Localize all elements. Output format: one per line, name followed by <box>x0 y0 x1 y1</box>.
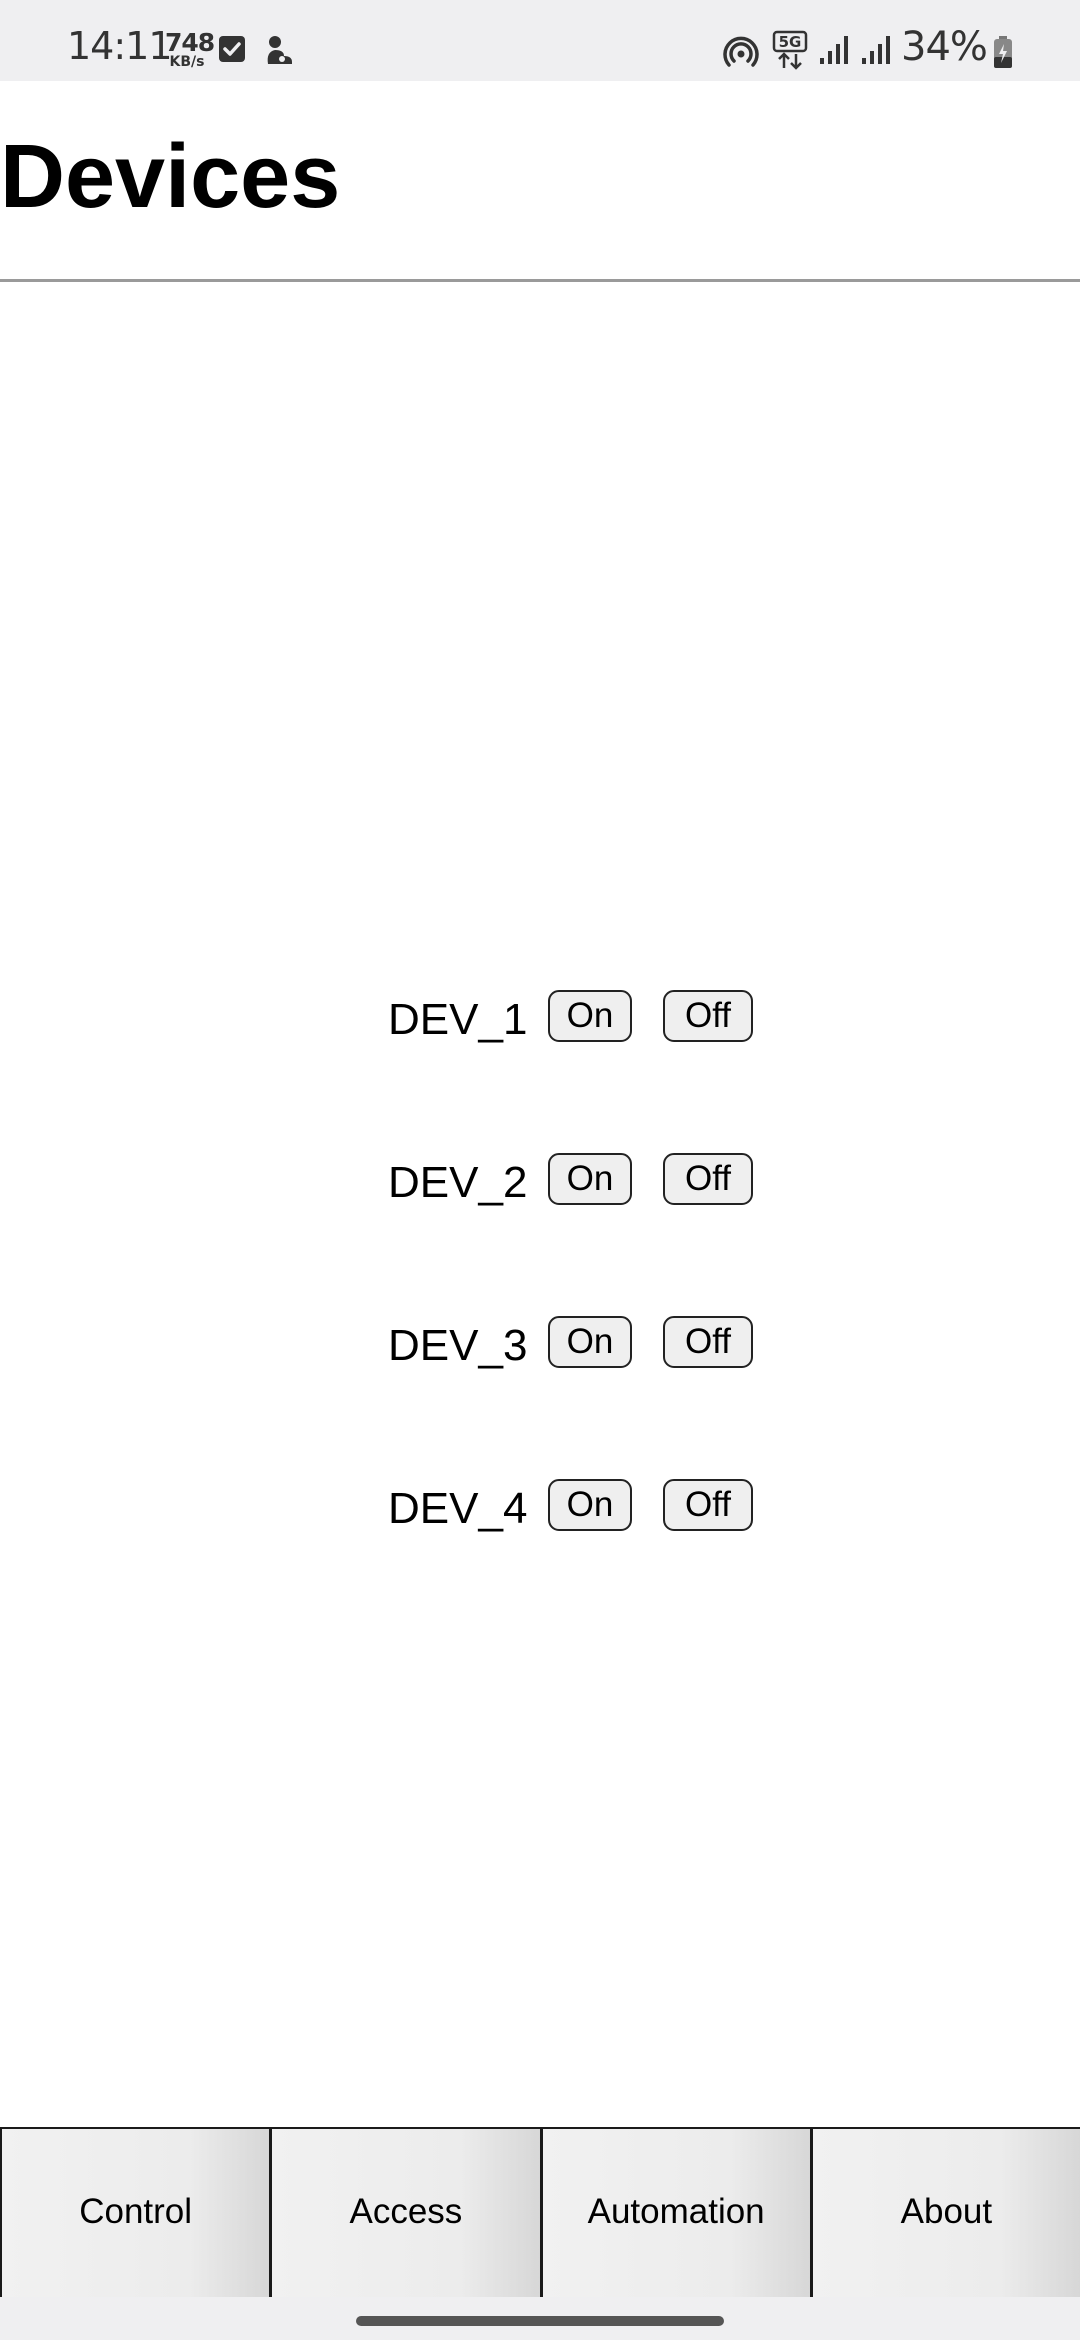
dev-3-on-button[interactable]: On <box>548 1316 632 1368</box>
dev-2-off-button[interactable]: Off <box>663 1153 753 1205</box>
tab-control[interactable]: Control <box>0 2129 270 2299</box>
network-speed: 748 KB/s <box>165 28 215 70</box>
dev-3-off-button[interactable]: Off <box>663 1316 753 1368</box>
signal-icon <box>860 34 892 70</box>
device-name: DEV_4 <box>388 1484 528 1533</box>
battery-charging-icon <box>993 35 1013 73</box>
device-name: DEV_1 <box>388 995 528 1044</box>
status-time: 14:11 <box>67 24 173 68</box>
checkbox-icon <box>217 34 247 64</box>
device-name: DEV_3 <box>388 1321 528 1370</box>
dev-1-on-button[interactable]: On <box>548 990 632 1042</box>
tab-automation[interactable]: Automation <box>539 2129 810 2299</box>
device-name: DEV_2 <box>388 1158 528 1207</box>
network-speed-unit: KB/s <box>169 54 205 70</box>
home-indicator[interactable] <box>356 2316 724 2326</box>
page-header: Devices <box>0 81 1080 280</box>
tab-label: Access <box>349 2191 463 2231</box>
signal-icon <box>818 34 850 70</box>
hotspot-icon <box>723 32 759 72</box>
network-speed-value: 748 <box>165 28 215 57</box>
tab-access[interactable]: Access <box>269 2129 540 2299</box>
dev-4-on-button[interactable]: On <box>548 1479 632 1531</box>
device-row-dev-2: DEV_2 On Off <box>388 1153 768 1213</box>
tab-label: Control <box>79 2191 193 2231</box>
battery-percent: 34% <box>901 24 988 70</box>
dev-4-off-button[interactable]: Off <box>663 1479 753 1531</box>
dev-1-off-button[interactable]: Off <box>663 990 753 1042</box>
device-row-dev-1: DEV_1 On Off <box>388 990 768 1050</box>
page-title: Devices <box>0 127 341 227</box>
tab-label: Automation <box>587 2191 765 2231</box>
header-divider <box>0 279 1080 282</box>
bottom-tab-bar: Control Access Automation About <box>0 2127 1080 2299</box>
device-row-dev-4: DEV_4 On Off <box>388 1479 768 1539</box>
status-bar: 14:11 748 KB/s 5G 34% <box>0 0 1080 81</box>
tab-label: About <box>900 2191 993 2231</box>
dev-2-on-button[interactable]: On <box>548 1153 632 1205</box>
device-row-dev-3: DEV_3 On Off <box>388 1316 768 1376</box>
network-type-label: 5G <box>779 33 802 51</box>
app-notification-icon <box>262 34 296 64</box>
system-nav-bar <box>0 2297 1080 2340</box>
5g-data-icon: 5G <box>772 30 808 74</box>
tab-about[interactable]: About <box>809 2129 1080 2299</box>
